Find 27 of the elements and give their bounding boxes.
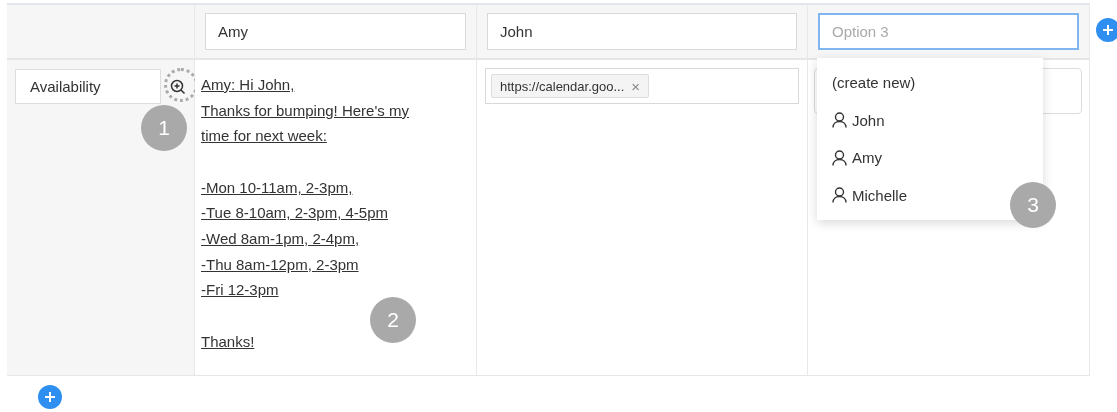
message-line: Thanks for bumping! Here's my [201,100,410,121]
text-field[interactable]: John [487,13,797,50]
menu-item[interactable]: John [817,101,900,139]
message-line: time for next week: [201,126,328,147]
message-line: -Fri 12-3pm [201,280,280,301]
plus-icon [1102,24,1114,36]
add-column-button[interactable] [1096,18,1117,42]
menu-item[interactable]: (create new) [817,64,931,102]
message-line: Amy: Hi John, [201,75,296,95]
plus-icon [44,391,56,403]
message-line: -Wed 8am-1pm, 2-4pm, [201,228,361,249]
label-field[interactable]: Availability [15,69,161,104]
tag-text: https://calendar.goo... [500,78,625,94]
person-icon [832,187,847,204]
text-field[interactable]: Amy [205,13,466,50]
menu-item[interactable]: Michelle [817,176,923,214]
message-line: -Mon 10-11am, 2-3pm, [201,177,354,198]
menu-item[interactable]: Amy [817,139,897,177]
person-icon [832,112,847,129]
tag-field[interactable]: https://calendar.goo... × [485,68,799,104]
zoom-in-icon[interactable] [170,79,186,95]
text-field[interactable]: Option 3 [818,13,1079,50]
message-line: Thanks! [201,331,256,352]
person-icon [832,149,847,166]
message-line: -Thu 8am-12pm, 2-3pm [201,254,360,275]
message-line: -Tue 8-10am, 2-3pm, 4-5pm [201,203,390,224]
add-row-button[interactable] [38,385,62,409]
